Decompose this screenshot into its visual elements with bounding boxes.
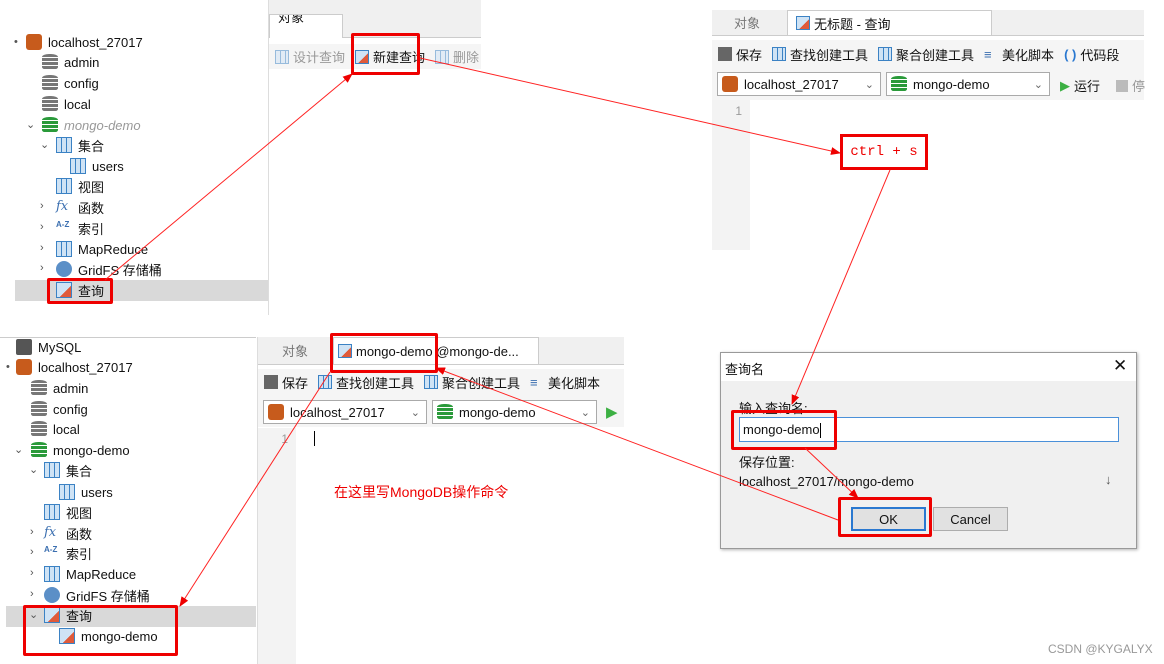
arrow	[419, 57, 841, 155]
arrow	[104, 73, 353, 281]
watermark: CSDN @KYGALYX	[1048, 642, 1153, 656]
arrow	[804, 447, 859, 499]
arrow	[179, 371, 331, 607]
arrow	[791, 169, 891, 405]
annotation-arrows	[104, 57, 891, 607]
arrow	[435, 367, 839, 521]
